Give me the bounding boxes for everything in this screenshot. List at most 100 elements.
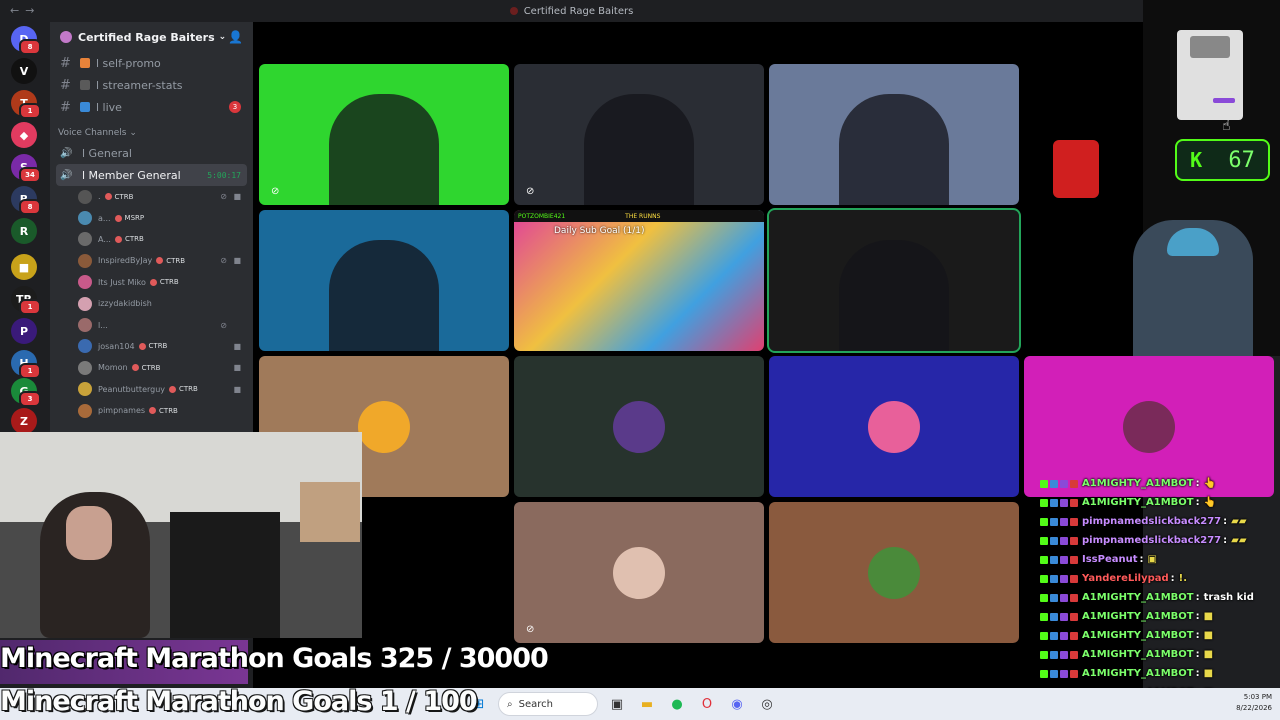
task-view-icon[interactable]: ▣ — [606, 693, 628, 715]
opera-icon[interactable]: O — [696, 693, 718, 715]
chat-separator: : — [1139, 554, 1144, 565]
server-logo-icon — [60, 31, 72, 43]
chat-badges — [1040, 517, 1078, 526]
server-icon-2[interactable]: T1 — [11, 90, 41, 119]
camera-icon: ■ — [233, 341, 241, 351]
spotify-icon[interactable]: ● — [666, 693, 688, 715]
participant-tile-5[interactable] — [767, 208, 1021, 353]
participant-avatar — [358, 400, 410, 453]
server-badge: 8 — [19, 39, 41, 55]
voice-member-6[interactable]: l... ⊘ — [50, 314, 253, 335]
clock-time: 5:03 PM — [1243, 693, 1272, 701]
avatar — [78, 232, 92, 247]
nav-arrows-icon[interactable]: ←→ — [10, 4, 40, 17]
goal-text-1: Minecraft Marathon Goals 325 / 30000 — [0, 643, 549, 674]
voice-member-5[interactable]: izzydakidbish — [50, 293, 253, 314]
voice-member-4[interactable]: Its Just Miko CTRB — [50, 272, 253, 293]
badge-icon — [1040, 631, 1048, 640]
badge-icon — [1060, 479, 1068, 488]
clock-date: 8/22/2026 — [1236, 704, 1272, 712]
speaker-icon: 🔊 — [60, 169, 73, 181]
channel-item-0[interactable]: # l self-promo — [50, 52, 253, 74]
chat-message: A1MIGHTY_A1MBOT:■ — [1030, 626, 1280, 645]
server-badge: 3 — [19, 391, 41, 407]
participant-tile-11[interactable] — [769, 502, 1019, 643]
server-icon-1[interactable]: V — [11, 58, 37, 84]
obs-icon[interactable]: ◎ — [756, 693, 778, 715]
widget-image — [1190, 36, 1230, 58]
mic-muted-icon: ⊘ — [220, 256, 227, 266]
server-header[interactable]: Certified Rage Baiters ⌄ 👤 — [50, 22, 253, 52]
badge-icon — [1060, 593, 1068, 602]
badge-icon — [1070, 498, 1078, 507]
server-icon-4[interactable]: S34 — [11, 154, 41, 183]
face — [66, 506, 112, 560]
voice-member-8[interactable]: Momon CTRB ■ — [50, 357, 253, 378]
server-icon-9[interactable]: P — [11, 318, 37, 344]
participant-video — [329, 240, 439, 351]
participant-tile-0[interactable]: ⊘ — [259, 64, 509, 205]
participant-tile-4[interactable]: POTZOMBIE421 THE RUNNS Daily Sub Goal (1/1… — [514, 210, 764, 351]
channel-item-2[interactable]: # l live 3 — [50, 96, 253, 118]
chat-separator: : — [1195, 478, 1200, 489]
voice-member-7[interactable]: josan104 CTRB ■ — [50, 336, 253, 357]
floating-widget[interactable] — [1177, 30, 1243, 120]
voice-call-grid: ⊘ ⊘ POTZOMBIE421 THE RUNNS Daily Sub Goal (1… — [253, 22, 1274, 720]
channel-item-1[interactable]: # l streamer-stats — [50, 74, 253, 96]
server-rail: D8 V T1 ◆ S34 B8 R ■ TR1 P H1G3Z — [0, 22, 50, 434]
hash-icon: # — [60, 99, 71, 115]
voice-channel-0[interactable]: 🔊 l General — [50, 142, 253, 164]
server-icon-0[interactable]: D8 — [11, 26, 41, 55]
participant-tile-8[interactable] — [769, 356, 1019, 497]
participant-tile-2[interactable] — [769, 64, 1019, 205]
member-tag: CTRB — [139, 342, 168, 350]
participant-tile-1[interactable]: ⊘ — [514, 64, 764, 205]
server-icon-5[interactable]: B8 — [11, 186, 41, 215]
file-explorer-icon[interactable]: ▬ — [636, 693, 658, 715]
participant-avatar — [613, 400, 665, 453]
participant-tile-7[interactable] — [514, 356, 764, 497]
discord-icon[interactable]: ◉ — [726, 693, 748, 715]
stream-chat-overlay: A1MIGHTY_A1MBOT: 👆 A1MIGHTY_A1MBOT: 👆 pimpna… — [1030, 474, 1280, 720]
chat-username: A1MIGHTY_A1MBOT — [1082, 592, 1194, 603]
server-icon-11[interactable]: G3 — [11, 378, 41, 407]
chat-badges — [1040, 650, 1078, 659]
shelf — [300, 482, 360, 542]
voice-member-2[interactable]: A... CTRB — [50, 229, 253, 250]
server-icon-3[interactable]: ◆ — [11, 122, 37, 148]
invite-people-icon[interactable]: 👤 — [228, 30, 243, 44]
voice-member-0[interactable]: . CTRB ⊘ ■ — [50, 186, 253, 207]
participant-tile-3[interactable] — [259, 210, 509, 351]
taskbar-search[interactable]: ⌕ Search — [498, 692, 598, 716]
participant-tile-10[interactable]: ⊘ — [514, 502, 764, 643]
badge-icon — [1040, 517, 1048, 526]
stream-banner: THE RUNNS — [625, 212, 661, 220]
chat-badges — [1040, 555, 1078, 564]
voice-member-9[interactable]: Peanutbutterguy CTRB ■ — [50, 379, 253, 400]
channel-name: l self-promo — [96, 56, 161, 70]
server-icon-12[interactable]: Z — [11, 408, 37, 434]
voice-member-10[interactable]: pimpnames CTRB — [50, 400, 253, 421]
avatar — [78, 253, 92, 268]
server-icon-10[interactable]: H1 — [11, 350, 41, 379]
badge-icon — [1060, 517, 1068, 526]
system-tray[interactable]: 5:03 PM 8/22/2026 — [1236, 692, 1272, 714]
voice-category[interactable]: Voice Channels ⌄ — [50, 118, 253, 142]
widget-button[interactable] — [1213, 98, 1235, 103]
member-tag: CTRB — [150, 278, 179, 286]
mic-muted-icon: ⊘ — [220, 192, 227, 202]
voice-member-1[interactable]: a... MSRP — [50, 207, 253, 228]
server-icon-6[interactable]: R — [11, 218, 37, 244]
text-channel-list: # l self-promo # l streamer-stats # l live 3 — [50, 52, 253, 118]
voice-channel-1[interactable]: 🔊 l Member General 5:00:17 — [56, 164, 247, 186]
participant-avatar — [868, 400, 920, 453]
server-icon-8[interactable]: TR1 — [11, 286, 41, 315]
stream-channel-name: POTZOMBIE421 — [518, 212, 566, 220]
server-badge: 34 — [19, 167, 41, 183]
participant-avatar — [1123, 400, 1175, 453]
badge-icon — [1050, 669, 1058, 678]
server-badge: 8 — [19, 199, 41, 215]
chat-separator: : — [1223, 516, 1228, 527]
server-icon-7[interactable]: ■ — [11, 254, 37, 280]
voice-member-3[interactable]: InspiredByJay CTRB ⊘ ■ — [50, 250, 253, 271]
